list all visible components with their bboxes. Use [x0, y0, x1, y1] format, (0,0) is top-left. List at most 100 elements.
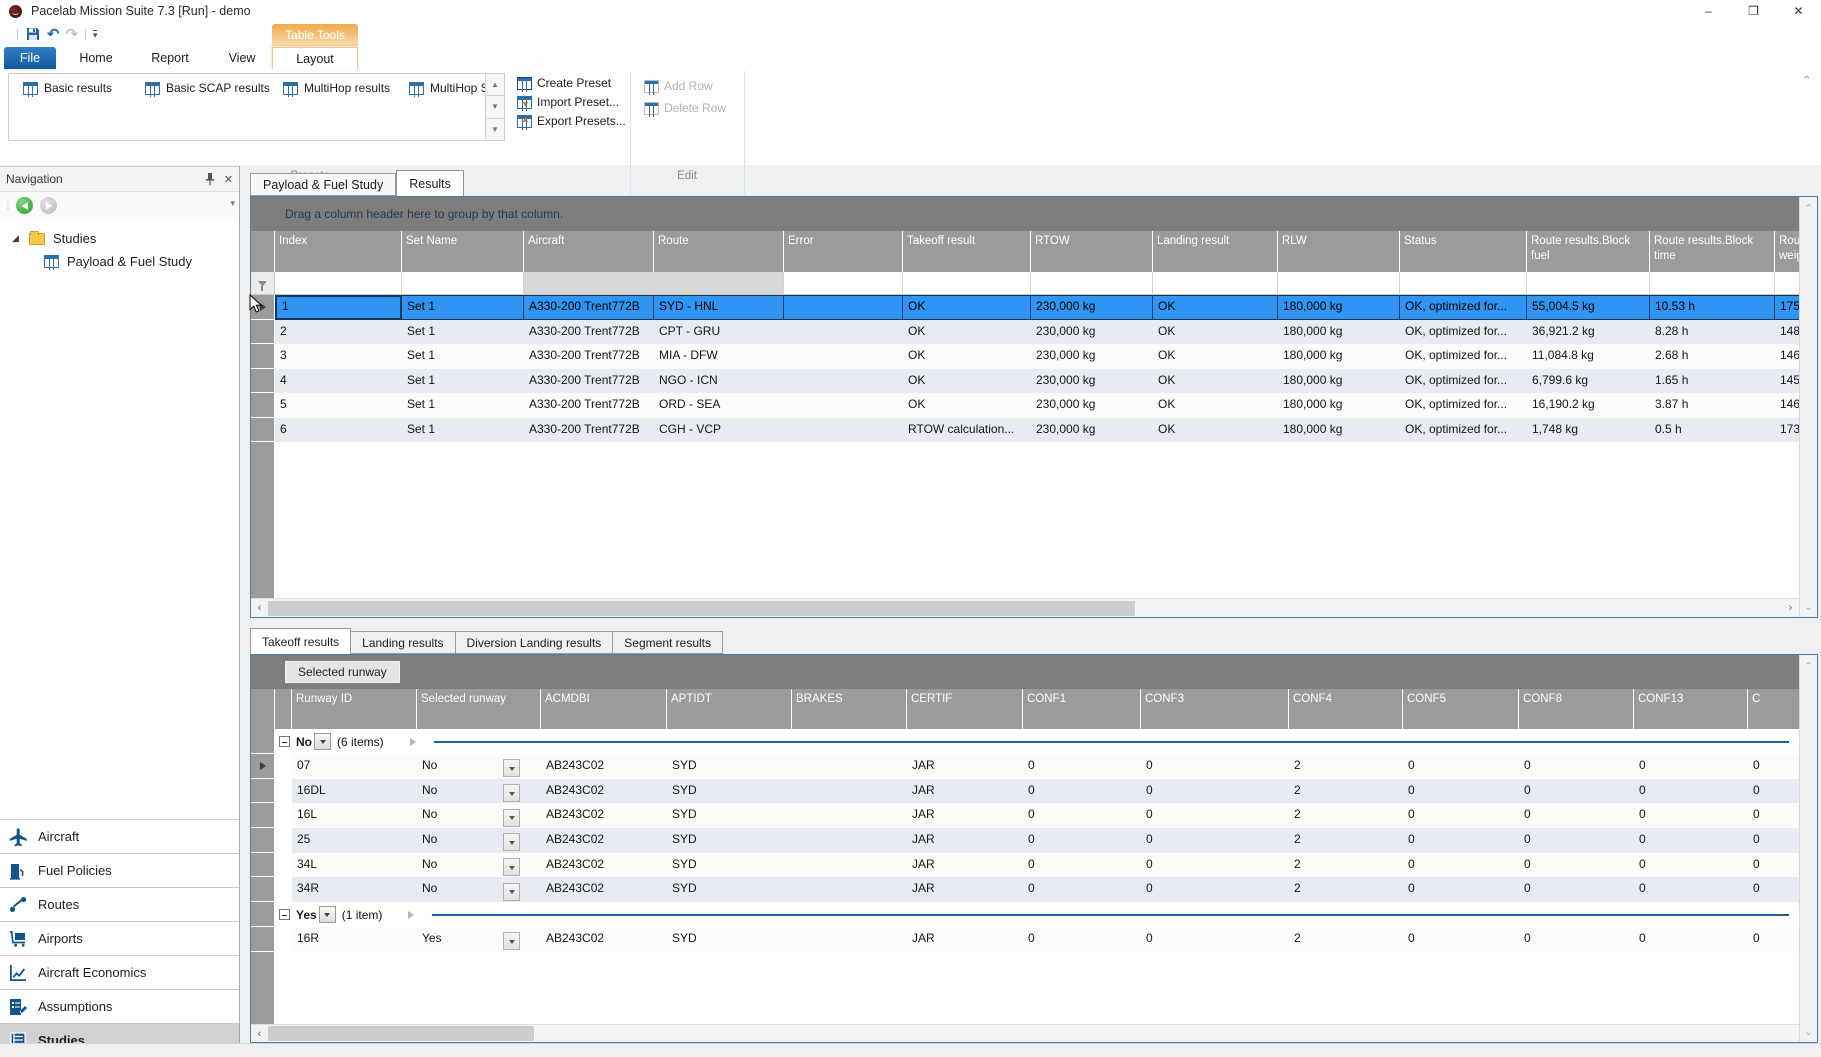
cell[interactable]: 148, — [1775, 320, 1799, 345]
cell[interactable]: 6 — [275, 418, 402, 443]
filter-cell[interactable] — [1650, 272, 1775, 294]
cell[interactable]: 180,000 kg — [1278, 393, 1400, 418]
cell[interactable]: JAR — [907, 927, 1023, 952]
sidebar-item-aircraft-economics[interactable]: <Aircraft Economics — [0, 955, 239, 989]
column-header-conf4[interactable]: CONF4 — [1289, 689, 1403, 729]
gallery-more-icon[interactable]: ▼ — [486, 119, 504, 140]
column-header-aptidt[interactable]: APTIDT — [667, 689, 792, 729]
cell[interactable] — [784, 344, 903, 369]
cell[interactable]: 25 — [292, 828, 417, 853]
cell[interactable]: 0 — [1403, 803, 1519, 828]
cell[interactable]: 1 — [275, 295, 402, 320]
filter-cell[interactable] — [784, 272, 903, 294]
column-header-set-name[interactable]: Set Name — [402, 231, 524, 272]
cell[interactable]: 0 — [1403, 754, 1519, 779]
cell[interactable] — [792, 927, 907, 952]
cell[interactable]: 5 — [275, 393, 402, 418]
cell[interactable]: 0 — [1748, 754, 1799, 779]
cell[interactable]: SYD — [667, 877, 792, 902]
row-indicator[interactable] — [251, 803, 275, 828]
cell[interactable]: 10.53 h — [1650, 295, 1775, 320]
cell[interactable]: 0 — [1519, 853, 1634, 878]
cell[interactable]: No — [417, 779, 541, 804]
runway-dropdown-button[interactable] — [503, 809, 520, 827]
create-preset-button[interactable]: Create Preset — [517, 76, 611, 90]
cell[interactable]: 16R — [292, 927, 417, 952]
cell[interactable]: SYD — [667, 754, 792, 779]
cell[interactable]: 230,000 kg — [1031, 295, 1153, 320]
collapse-group-icon[interactable] — [279, 909, 290, 920]
row-indicator[interactable] — [251, 877, 275, 902]
cell[interactable]: No — [417, 828, 541, 853]
row-indicator[interactable] — [251, 393, 275, 418]
column-header-conf3[interactable]: CONF3 — [1141, 689, 1289, 729]
cell[interactable]: 0 — [1634, 779, 1748, 804]
cell[interactable]: 0 — [1519, 877, 1634, 902]
cell[interactable]: OK — [903, 344, 1031, 369]
delete-row-button[interactable]: Delete Row — [644, 101, 726, 115]
cell[interactable]: 8.28 h — [1650, 320, 1775, 345]
cell[interactable]: 2 — [1289, 853, 1403, 878]
qat-dropdown-icon[interactable]: ▾ — [93, 30, 98, 39]
cell[interactable]: 0 — [1141, 803, 1289, 828]
tab-home[interactable]: Home — [64, 47, 128, 69]
column-header-rlw[interactable]: RLW — [1278, 231, 1400, 272]
group-chip-selected-runway[interactable]: Selected runway — [285, 661, 400, 683]
cell[interactable]: 230,000 kg — [1031, 369, 1153, 394]
import-preset-button[interactable]: ▼ Import Preset... — [517, 95, 619, 109]
scrollbar-thumb[interactable] — [268, 1026, 534, 1041]
results-horizontal-scrollbar[interactable]: ‹ › — [251, 598, 1799, 617]
cell[interactable]: 0 — [1141, 853, 1289, 878]
cell[interactable]: OK — [1153, 344, 1278, 369]
table-row[interactable]: 16LNoAB243C02SYDJAR0020000 — [251, 803, 1799, 828]
cell[interactable]: OK — [1153, 295, 1278, 320]
runway-dropdown-button[interactable] — [503, 759, 520, 777]
cell[interactable]: 180,000 kg — [1278, 295, 1400, 320]
scroll-left-icon[interactable]: ‹ — [251, 1028, 268, 1040]
cell[interactable]: ORD - SEA — [654, 393, 784, 418]
cell[interactable]: 16,190.2 kg — [1527, 393, 1650, 418]
column-header-takeoff-result[interactable]: Takeoff result — [903, 231, 1031, 272]
cell[interactable] — [784, 369, 903, 394]
column-header-conf13[interactable]: CONF13 — [1634, 689, 1748, 729]
column-header-index[interactable]: Index — [275, 231, 402, 272]
cell[interactable]: 230,000 kg — [1031, 393, 1153, 418]
cell[interactable]: 0 — [1141, 754, 1289, 779]
column-header-route-results-block-time[interactable]: Route results.Block time — [1650, 231, 1775, 272]
cell[interactable]: 0 — [1519, 803, 1634, 828]
tab-segment-results[interactable]: Segment results — [613, 631, 723, 654]
table-row[interactable]: 1Set 1A330-200 Trent772BSYD - HNLOK230,0… — [251, 295, 1799, 320]
cell[interactable]: 0 — [1403, 828, 1519, 853]
cell[interactable]: 180,000 kg — [1278, 320, 1400, 345]
cell[interactable] — [792, 754, 907, 779]
column-header-acmdbi[interactable]: ACMDBI — [541, 689, 667, 729]
gallery-scroll-down-icon[interactable]: ▼ — [486, 96, 504, 118]
cell[interactable]: A330-200 Trent772B — [524, 393, 654, 418]
cell[interactable]: 3 — [275, 344, 402, 369]
cell[interactable]: 0 — [1748, 803, 1799, 828]
gallery-scroll-up-icon[interactable]: ▲ — [486, 74, 504, 96]
group-row-no[interactable]: No(6 items) — [251, 729, 1799, 754]
table-row[interactable]: 4Set 1A330-200 Trent772BNGO - ICNOK230,0… — [251, 369, 1799, 394]
cell[interactable]: 0 — [1023, 877, 1141, 902]
row-indicator[interactable] — [251, 729, 275, 754]
cell[interactable]: 0 — [1634, 803, 1748, 828]
cell[interactable]: 0 — [1748, 853, 1799, 878]
cell[interactable]: 0 — [1023, 803, 1141, 828]
cell[interactable]: JAR — [907, 877, 1023, 902]
cell[interactable]: No — [417, 803, 541, 828]
table-row[interactable]: 34LNoAB243C02SYDJAR0020000 — [251, 853, 1799, 878]
tab-diversion-landing-results[interactable]: Diversion Landing results — [456, 631, 614, 654]
collapse-group-icon[interactable] — [279, 736, 290, 747]
cell[interactable]: Set 1 — [402, 295, 524, 320]
cell[interactable]: Yes — [417, 927, 541, 952]
cell[interactable]: AB243C02 — [541, 877, 667, 902]
column-header-conf8[interactable]: CONF8 — [1519, 689, 1634, 729]
cell[interactable]: OK, optimized for... — [1400, 295, 1527, 320]
tab-landing-results[interactable]: Landing results — [351, 631, 455, 654]
column-header-route-results-block-fuel[interactable]: Route results.Block fuel — [1527, 231, 1650, 272]
filter-cell[interactable] — [1153, 272, 1278, 294]
group-filter-dropdown[interactable] — [319, 906, 336, 923]
cell[interactable]: 16L — [292, 803, 417, 828]
cell[interactable]: AB243C02 — [541, 828, 667, 853]
